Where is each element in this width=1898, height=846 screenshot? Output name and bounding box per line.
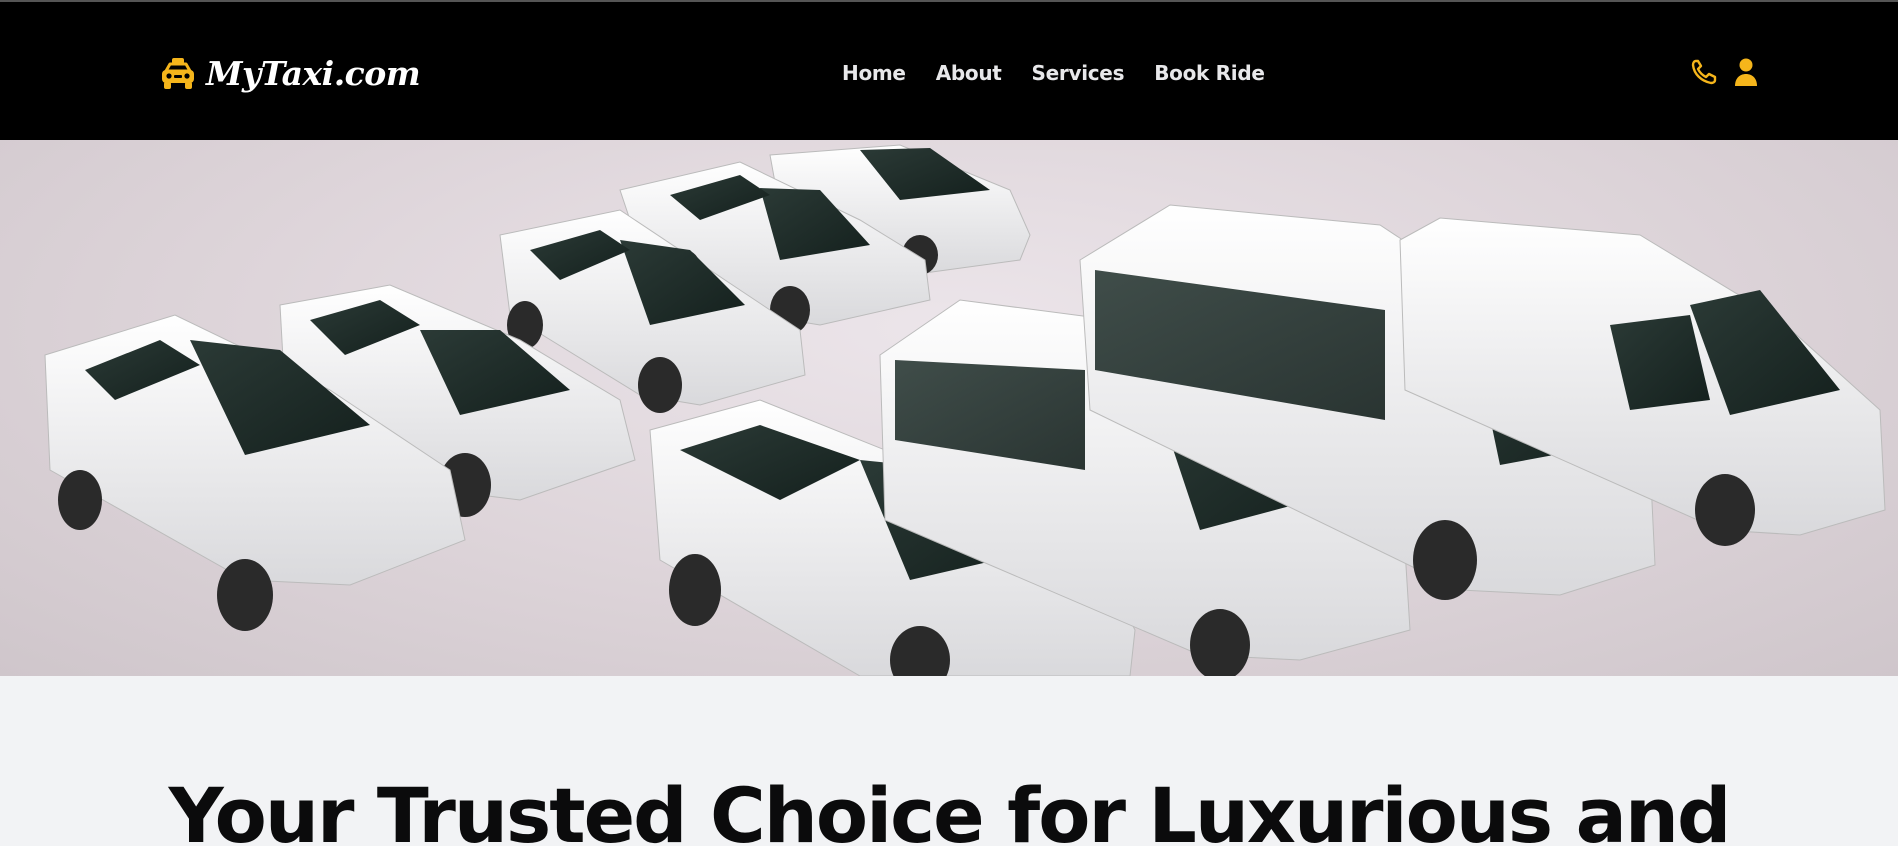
nav-book-ride[interactable]: Book Ride	[1154, 58, 1265, 88]
nav-home[interactable]: Home	[842, 58, 906, 88]
hero-headline: Your Trusted Choice for Luxurious and	[168, 771, 1732, 846]
phone-icon	[1691, 59, 1717, 85]
nav-about[interactable]: About	[936, 58, 1002, 88]
phone-button[interactable]	[1690, 57, 1718, 87]
nav-services[interactable]: Services	[1032, 58, 1125, 88]
taxi-icon	[162, 58, 194, 89]
header-actions	[1690, 57, 1760, 87]
user-icon	[1735, 58, 1757, 86]
top-navbar: MyTaxi.com Home About Services Book Ride	[0, 0, 1898, 140]
main-nav: Home About Services Book Ride	[842, 58, 1265, 88]
fleet-illustration	[44, 144, 1886, 676]
account-button[interactable]	[1732, 57, 1760, 87]
brand-logo[interactable]: MyTaxi.com	[160, 54, 421, 94]
brand-name: MyTaxi.com	[206, 54, 421, 93]
hero-fleet-image	[0, 140, 1898, 676]
